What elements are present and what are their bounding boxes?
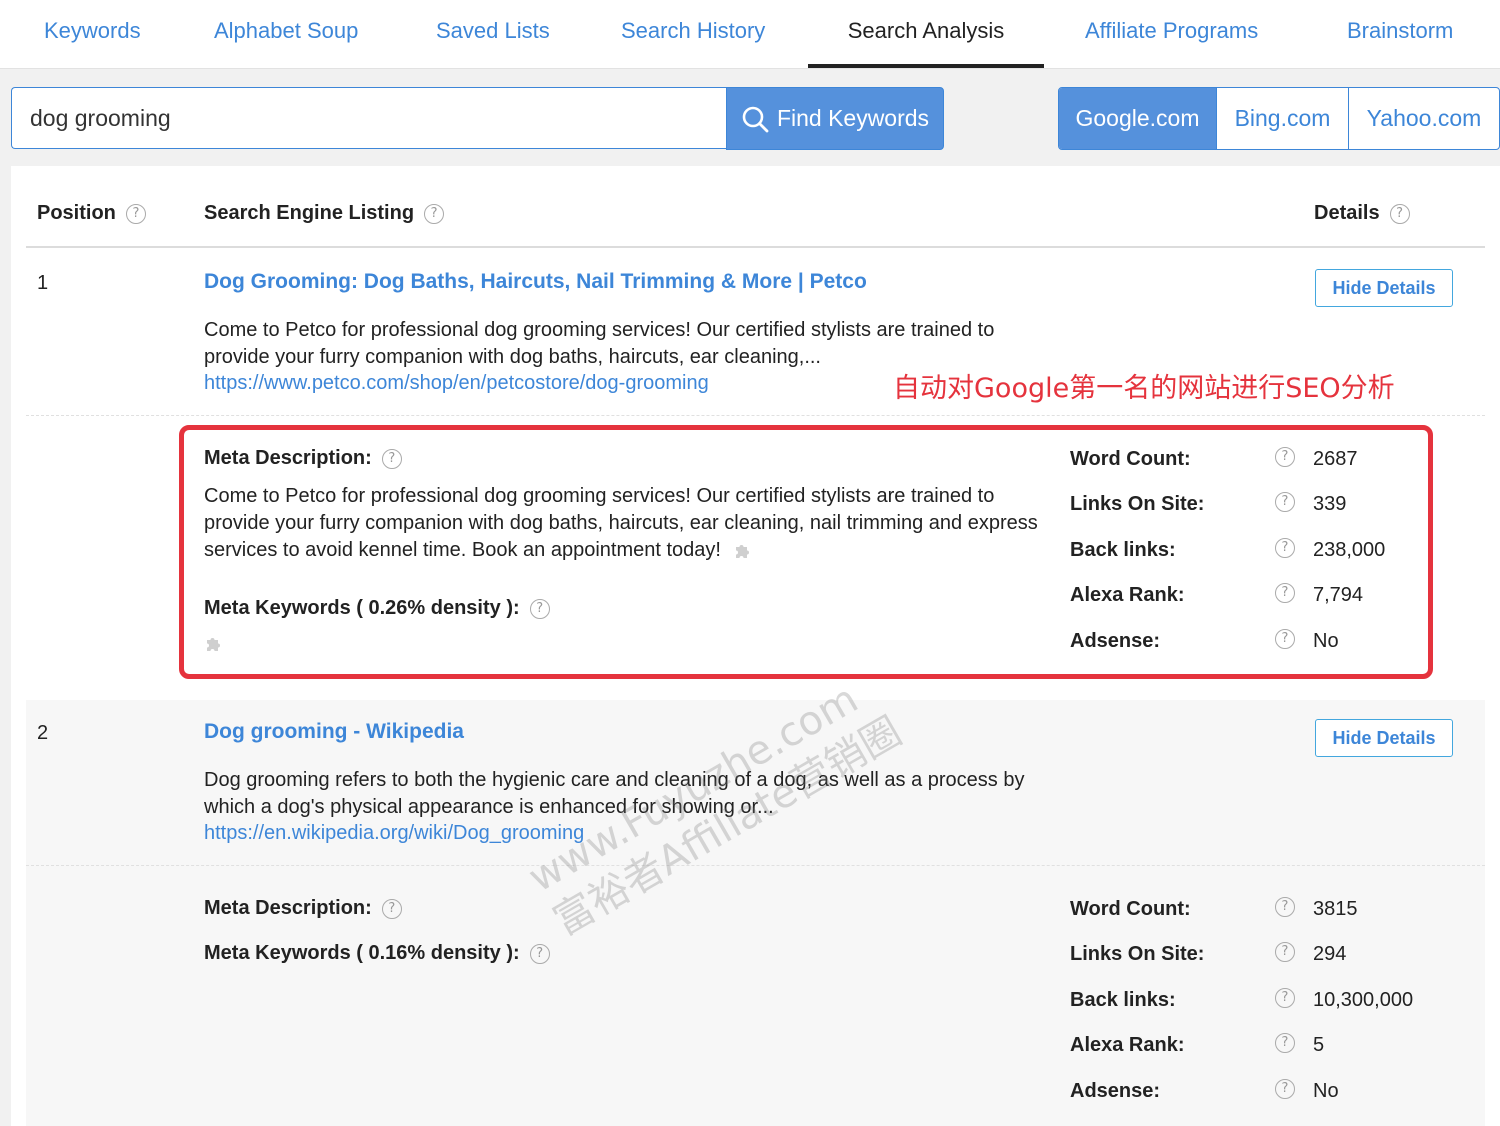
stat-adsense-label: Adsense: — [1070, 1080, 1161, 1102]
stat-links-on-site-label: Links On Site: — [1070, 943, 1205, 965]
stat-word-count-label: Word Count: — [1070, 898, 1191, 920]
question-circle-icon[interactable]: ? — [1275, 1033, 1295, 1053]
question-circle-icon[interactable]: ? — [1275, 988, 1295, 1008]
stat-adsense-value: No — [1313, 1080, 1339, 1102]
hide-details-button[interactable]: Hide Details — [1315, 719, 1453, 757]
annotation-text: 自动对Google第一名的网站进行SEO分析 — [893, 373, 1395, 404]
annotation-highlight-box — [179, 425, 1433, 679]
header-divider — [26, 246, 1485, 248]
top-nav: Keywords Alphabet Soup Saved Lists Searc… — [0, 0, 1500, 69]
stat-word-count-value: 3815 — [1313, 898, 1358, 920]
active-tab-indicator — [808, 64, 1044, 68]
meta-keywords-label-text: Meta Keywords ( 0.16% density ): — [204, 942, 520, 964]
tab-keywords[interactable]: Keywords — [44, 0, 141, 68]
question-circle-icon[interactable]: ? — [1389, 203, 1410, 224]
meta-description-label-text: Meta Description: — [204, 897, 372, 919]
result-snippet: Come to Petco for professional dog groom… — [204, 319, 995, 368]
search-engine-selector: Google.com Bing.com Yahoo.com — [1058, 87, 1500, 150]
result-position: 1 — [37, 272, 49, 294]
tab-brainstorm[interactable]: Brainstorm — [1347, 0, 1453, 68]
meta-keywords-label: Meta Keywords ( 0.16% density ): ? — [204, 942, 550, 965]
result-snippet: Dog grooming refers to both the hygienic… — [204, 769, 1025, 818]
column-header-listing-label: Search Engine Listing — [204, 202, 415, 224]
result-position: 2 — [37, 722, 49, 744]
stat-links-on-site-value: 294 — [1313, 943, 1347, 965]
column-header-position: Position ? — [37, 202, 146, 225]
column-header-position-label: Position — [37, 202, 116, 224]
details-divider — [26, 415, 1485, 416]
result-url-link[interactable]: https://en.wikipedia.org/wiki/Dog_groomi… — [204, 822, 584, 845]
question-circle-icon[interactable]: ? — [381, 898, 402, 919]
tab-alphabet-soup[interactable]: Alphabet Soup — [214, 0, 358, 68]
column-header-listing: Search Engine Listing ? — [204, 202, 445, 225]
column-header-details: Details ? — [1314, 202, 1410, 225]
question-circle-icon[interactable]: ? — [529, 943, 550, 964]
tab-search-history[interactable]: Search History — [621, 0, 765, 68]
keyword-search-input[interactable] — [11, 87, 726, 149]
engine-bing-button[interactable]: Bing.com — [1216, 88, 1348, 149]
question-circle-icon[interactable]: ? — [125, 203, 146, 224]
stat-alexa-rank-label: Alexa Rank: — [1070, 1034, 1185, 1056]
hide-details-button[interactable]: Hide Details — [1315, 269, 1453, 307]
meta-description-label: Meta Description: ? — [204, 897, 402, 920]
stat-back-links-label: Back links: — [1070, 989, 1176, 1011]
question-circle-icon[interactable]: ? — [1275, 1079, 1295, 1099]
find-keywords-label: Find Keywords — [776, 105, 930, 131]
question-circle-icon[interactable]: ? — [1275, 897, 1295, 917]
engine-yahoo-button[interactable]: Yahoo.com — [1348, 88, 1499, 149]
stat-alexa-rank-value: 5 — [1313, 1034, 1325, 1056]
stat-back-links-value: 10,300,000 — [1313, 989, 1414, 1011]
engine-google-button[interactable]: Google.com — [1059, 88, 1216, 149]
search-icon — [742, 106, 769, 132]
result-title-link[interactable]: Dog grooming - Wikipedia — [204, 720, 464, 744]
question-circle-icon[interactable]: ? — [424, 203, 445, 224]
tab-affiliate-programs[interactable]: Affiliate Programs — [1085, 0, 1258, 68]
result-url-link[interactable]: https://www.petco.com/shop/en/petcostore… — [204, 372, 709, 395]
result-title-link[interactable]: Dog Grooming: Dog Baths, Haircuts, Nail … — [204, 270, 867, 294]
tab-saved-lists[interactable]: Saved Lists — [436, 0, 550, 68]
tab-search-analysis[interactable]: Search Analysis — [808, 0, 1044, 68]
find-keywords-button[interactable]: Find Keywords — [726, 87, 944, 150]
details-divider — [26, 865, 1485, 866]
column-header-details-label: Details — [1314, 202, 1380, 224]
question-circle-icon[interactable]: ? — [1275, 942, 1295, 962]
